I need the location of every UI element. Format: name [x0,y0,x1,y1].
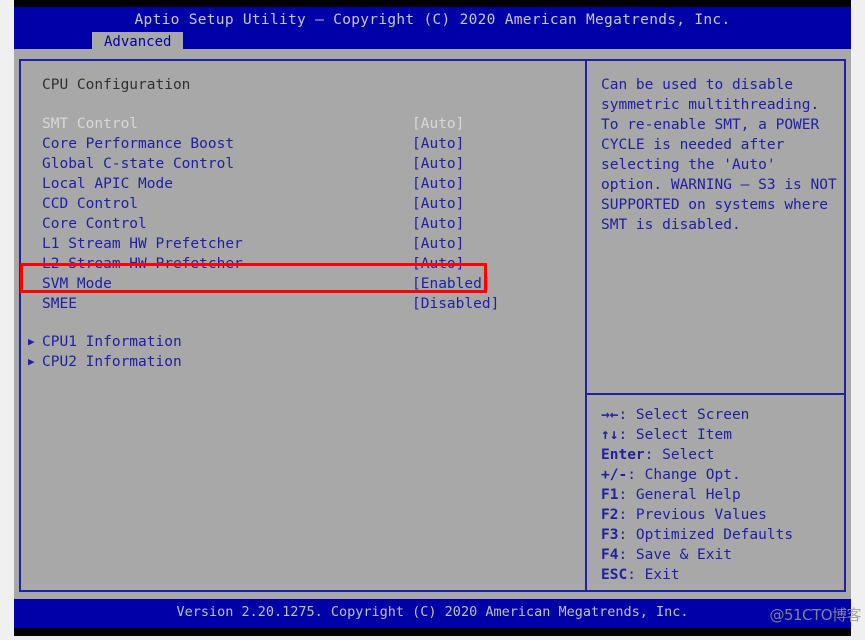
setting-value[interactable]: [Auto] [412,194,464,214]
setting-value[interactable]: [Auto] [412,214,464,234]
navigation-legend: →←: Select Screen ↑↓: Select Item Enter: S… [601,405,841,585]
navigation-hint: Enter: Select [601,445,841,465]
navigation-hint: →←: Select Screen [601,405,841,425]
setting-row[interactable]: Core Performance Boost [Auto] [21,134,585,154]
setting-label: CCD Control [42,196,139,212]
setting-value[interactable]: [Auto] [412,254,464,274]
navigation-description: : Select Item [618,427,732,443]
setting-label: SMEE [42,296,77,312]
navigation-hint: +/-: Change Opt. [601,465,841,485]
app-title: Aptio Setup Utility – Copyright (C) 2020… [134,12,731,28]
setting-row[interactable]: Local APIC Mode [Auto] [21,174,585,194]
setting-label: SMT Control [42,116,139,132]
setting-row[interactable]: Global C-state Control [Auto] [21,154,585,174]
navigation-key: Enter [601,447,645,463]
submenu-row[interactable]: ▶ CPU2 Information [21,352,585,372]
navigation-key: F2 [601,507,619,523]
navigation-key: F4 [601,547,619,563]
navigation-description: : Exit [627,567,680,583]
setting-value[interactable]: [Auto] [412,234,464,254]
main-panel: CPU Configuration SMT Control [Auto] Core … [19,59,846,592]
navigation-description: : Save & Exit [618,547,732,563]
top-black-strip [14,0,851,7]
navigation-hint: ESC: Exit [601,565,841,585]
navigation-key: F1 [601,487,619,503]
setting-label: SVM Mode [42,276,112,292]
submenu-label: CPU1 Information [42,334,182,350]
settings-list: SMT Control [Auto] Core Performance Boost [… [21,114,585,314]
navigation-hint: F3: Optimized Defaults [601,525,841,545]
setting-label: Global C-state Control [42,156,235,172]
submenu-label: CPU2 Information [42,354,182,370]
navigation-key: ↑↓ [601,427,619,443]
setting-row[interactable]: Core Control [Auto] [21,214,585,234]
page-title: CPU Configuration [42,77,191,93]
navigation-description: : Select Screen [618,407,750,423]
header-bar: Aptio Setup Utility – Copyright (C) 2020… [14,7,851,53]
navigation-description: : Change Opt. [627,467,741,483]
navigation-key: →← [601,407,619,423]
navigation-hint: F2: Previous Values [601,505,841,525]
navigation-description: : Previous Values [618,507,767,523]
navigation-hint: F1: General Help [601,485,841,505]
submenu-arrow-icon: ▶ [28,335,35,348]
navigation-key: ESC [601,567,628,583]
submenu-arrow-icon: ▶ [28,355,35,368]
setting-label: Core Performance Boost [42,136,235,152]
setting-label: L1 Stream HW Prefetcher [42,236,243,252]
setting-row[interactable]: L1 Stream HW Prefetcher [Auto] [21,234,585,254]
setting-value[interactable]: [Auto] [412,154,464,174]
navigation-description: : General Help [618,487,741,503]
bios-setup-screen: Aptio Setup Utility – Copyright (C) 2020… [0,0,865,640]
navigation-hint: ↑↓: Select Item [601,425,841,445]
bottom-black-strip [14,628,851,636]
navigation-key: F3 [601,527,619,543]
setting-value[interactable]: [Auto] [412,174,464,194]
help-column: Can be used to disable symmetric multith… [587,61,844,590]
submenu-row[interactable]: ▶ CPU1 Information [21,332,585,352]
setting-row[interactable]: SMEE [Disabled] [21,294,585,314]
setting-row[interactable]: L2 Stream HW Prefetcher [Auto] [21,254,585,274]
setting-row[interactable]: SVM Mode [Enabled] [21,274,585,294]
navigation-description: : Select [644,447,715,463]
watermark: @51CTO博客 [769,606,861,624]
setting-label: Local APIC Mode [42,176,173,192]
navigation-description: : Optimized Defaults [618,527,794,543]
setting-label: Core Control [42,216,147,232]
footer-bar: Version 2.20.1275. Copyright (C) 2020 Am… [14,599,851,628]
settings-column: CPU Configuration SMT Control [Auto] Core … [21,61,585,590]
submenu-list: ▶ CPU1 Information ▶ CPU2 Information [21,332,585,372]
setting-value[interactable]: [Auto] [412,114,464,134]
navigation-hint: F4: Save & Exit [601,545,841,565]
setting-row[interactable]: SMT Control [Auto] [21,114,585,134]
setting-label: L2 Stream HW Prefetcher [42,256,243,272]
setting-value[interactable]: [Enabled] [412,274,491,294]
setting-value[interactable]: [Auto] [412,134,464,154]
setting-row[interactable]: CCD Control [Auto] [21,194,585,214]
setting-value[interactable]: [Disabled] [412,294,499,314]
navigation-key: +/- [601,467,628,483]
version-text: Version 2.20.1275. Copyright (C) 2020 Am… [176,604,689,620]
help-text: Can be used to disable symmetric multith… [601,77,837,233]
